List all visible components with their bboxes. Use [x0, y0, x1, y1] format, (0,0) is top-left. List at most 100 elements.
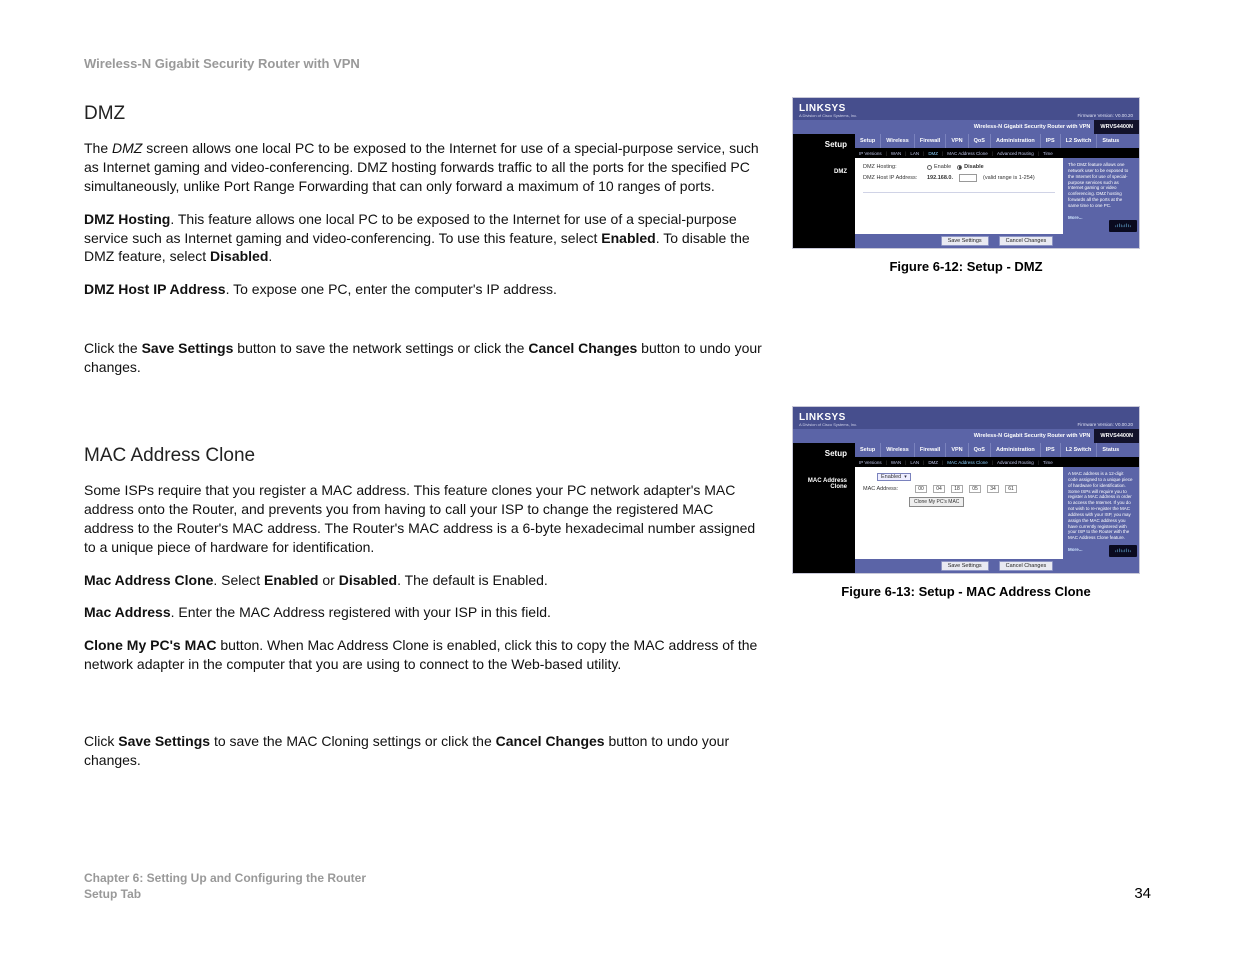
tab-status[interactable]: Status: [1097, 443, 1124, 457]
cisco-logo: [1109, 545, 1137, 557]
logo-subtext: A Division of Cisco Systems, Inc.: [799, 113, 857, 118]
cancel-changes-button[interactable]: Cancel Changes: [999, 561, 1054, 571]
text: . Select: [213, 572, 264, 588]
tab-setup[interactable]: Setup: [855, 443, 881, 457]
tab-l2switch[interactable]: L2 Switch: [1061, 134, 1098, 148]
subtab-lan[interactable]: LAN: [910, 460, 924, 465]
figure-caption-613: Figure 6-13: Setup - MAC Address Clone: [792, 584, 1140, 599]
radio-label: Enable: [934, 164, 951, 170]
subtab-ipver[interactable]: IP Versions: [859, 460, 887, 465]
help-text: The DMZ feature allows one network user …: [1068, 162, 1128, 208]
figure-caption-612: Figure 6-12: Setup - DMZ: [792, 259, 1140, 274]
term: Enabled: [264, 572, 318, 588]
product-name: Wireless-N Gigabit Security Router with …: [974, 433, 1095, 439]
tab-firewall[interactable]: Firewall: [915, 134, 946, 148]
radio-label: Disable: [964, 164, 984, 170]
mac-clone-para: Mac Address Clone. Select Enabled or Dis…: [84, 571, 764, 590]
mac-octet-input[interactable]: 00: [915, 485, 927, 493]
tab-qos[interactable]: QoS: [969, 443, 991, 457]
cisco-logo: [1109, 220, 1137, 232]
radio-disable[interactable]: Disable: [957, 164, 984, 170]
dmz-hostip-label: DMZ Host IP Address:: [863, 175, 921, 181]
term: Save Settings: [142, 340, 234, 356]
subtab-advrouting[interactable]: Advanced Routing: [997, 151, 1039, 156]
subtab-mac[interactable]: MAC Address Clone: [947, 460, 993, 465]
figure-6-13: LINKSYS A Division of Cisco Systems, Inc…: [792, 406, 1140, 599]
tab-vpn[interactable]: VPN: [946, 443, 968, 457]
figures-column: LINKSYS A Division of Cisco Systems, Inc…: [792, 93, 1140, 784]
text: to save the MAC Cloning settings or clic…: [210, 733, 496, 749]
logo-subtext: A Division of Cisco Systems, Inc.: [799, 422, 857, 427]
tab-vpn[interactable]: VPN: [946, 134, 968, 148]
router-screenshot-mac: LINKSYS A Division of Cisco Systems, Inc…: [792, 406, 1140, 574]
subtab-wan[interactable]: WAN: [891, 460, 907, 465]
subtab-ipver[interactable]: IP Versions: [859, 151, 887, 156]
save-settings-button[interactable]: Save Settings: [941, 561, 989, 571]
save-settings-button[interactable]: Save Settings: [941, 236, 989, 246]
term: Disabled: [339, 572, 397, 588]
tab-ips[interactable]: IPS: [1041, 443, 1061, 457]
tab-admin[interactable]: Administration: [991, 134, 1041, 148]
page-number: 34: [1134, 885, 1151, 902]
side-sub-mac: MAC Address Clone: [797, 478, 851, 490]
figure-6-12: LINKSYS A Division of Cisco Systems, Inc…: [792, 97, 1140, 274]
dmz-intro: The DMZ screen allows one local PC to be…: [84, 139, 764, 196]
cancel-changes-button[interactable]: Cancel Changes: [999, 236, 1054, 246]
text: . The default is Enabled.: [397, 572, 548, 588]
tab-setup[interactable]: Setup: [855, 134, 881, 148]
text: . To expose one PC, enter the computer's…: [226, 281, 557, 297]
term: Clone My PC's MAC: [84, 637, 216, 653]
help-panel: The DMZ feature allows one network user …: [1063, 158, 1139, 234]
text-italic: DMZ: [112, 140, 142, 156]
mac-octet-input[interactable]: 61: [1005, 485, 1017, 493]
dmz-hosting-para: DMZ Hosting. This feature allows one loc…: [84, 210, 764, 267]
sub-tabs: IP Versions WAN LAN DMZ MAC Address Clon…: [855, 457, 1139, 467]
tab-status[interactable]: Status: [1097, 134, 1124, 148]
subtab-wan[interactable]: WAN: [891, 151, 907, 156]
radio-enable[interactable]: Enable: [927, 164, 951, 170]
main-tabs: Setup Wireless Firewall VPN QoS Administ…: [855, 443, 1139, 457]
tab-l2switch[interactable]: L2 Switch: [1061, 443, 1098, 457]
dmz-hostip-input[interactable]: [959, 174, 977, 182]
section-title-mac: MAC Address Clone: [84, 445, 764, 467]
tab-admin[interactable]: Administration: [991, 443, 1041, 457]
term: Save Settings: [118, 733, 210, 749]
term: DMZ Host IP Address: [84, 281, 226, 297]
tab-firewall[interactable]: Firewall: [915, 443, 946, 457]
mac-clonebtn-para: Clone My PC's MAC button. When Mac Addre…: [84, 636, 764, 674]
text: screen allows one local PC to be exposed…: [84, 140, 759, 194]
dmz-hostip-para: DMZ Host IP Address. To expose one PC, e…: [84, 280, 764, 299]
term: Cancel Changes: [496, 733, 605, 749]
dmz-hosting-label: DMZ Hosting:: [863, 164, 921, 170]
side-title: Setup: [797, 447, 851, 464]
ip-prefix: 192.168.0.: [927, 175, 953, 181]
side-title: Setup: [797, 138, 851, 155]
mac-address-para: Mac Address. Enter the MAC Address regis…: [84, 603, 764, 622]
subtab-dmz[interactable]: DMZ: [928, 460, 943, 465]
subtab-time[interactable]: Time: [1043, 460, 1053, 465]
subtab-advrouting[interactable]: Advanced Routing: [997, 460, 1039, 465]
mac-enabled-select[interactable]: Enabled: [877, 473, 911, 481]
mac-octet-input[interactable]: 04: [933, 485, 945, 493]
help-panel: A MAC address is a 12-digit code assigne…: [1063, 467, 1139, 559]
term: DMZ Hosting: [84, 211, 170, 227]
tab-wireless[interactable]: Wireless: [881, 134, 915, 148]
subtab-time[interactable]: Time: [1043, 151, 1053, 156]
mac-octet-input[interactable]: 05: [969, 485, 981, 493]
main-text-column: DMZ The DMZ screen allows one local PC t…: [84, 93, 764, 784]
firmware-version: Firmware Version: V0.00.20: [1077, 113, 1133, 118]
subtab-mac[interactable]: MAC Address Clone: [947, 151, 993, 156]
mac-octet-input[interactable]: 18: [951, 485, 963, 493]
subtab-lan[interactable]: LAN: [910, 151, 924, 156]
term: Cancel Changes: [528, 340, 637, 356]
tab-ips[interactable]: IPS: [1041, 134, 1061, 148]
mac-octet-input[interactable]: 34: [987, 485, 999, 493]
sub-tabs: IP Versions WAN LAN DMZ MAC Address Clon…: [855, 148, 1139, 158]
dmz-save-para: Click the Save Settings button to save t…: [84, 339, 764, 377]
subtab-dmz[interactable]: DMZ: [928, 151, 943, 156]
tab-wireless[interactable]: Wireless: [881, 443, 915, 457]
footer-section: Setup Tab: [84, 886, 366, 902]
clone-my-pc-button[interactable]: Clone My PC's MAC: [909, 497, 964, 507]
tab-qos[interactable]: QoS: [969, 134, 991, 148]
router-screenshot-dmz: LINKSYS A Division of Cisco Systems, Inc…: [792, 97, 1140, 249]
